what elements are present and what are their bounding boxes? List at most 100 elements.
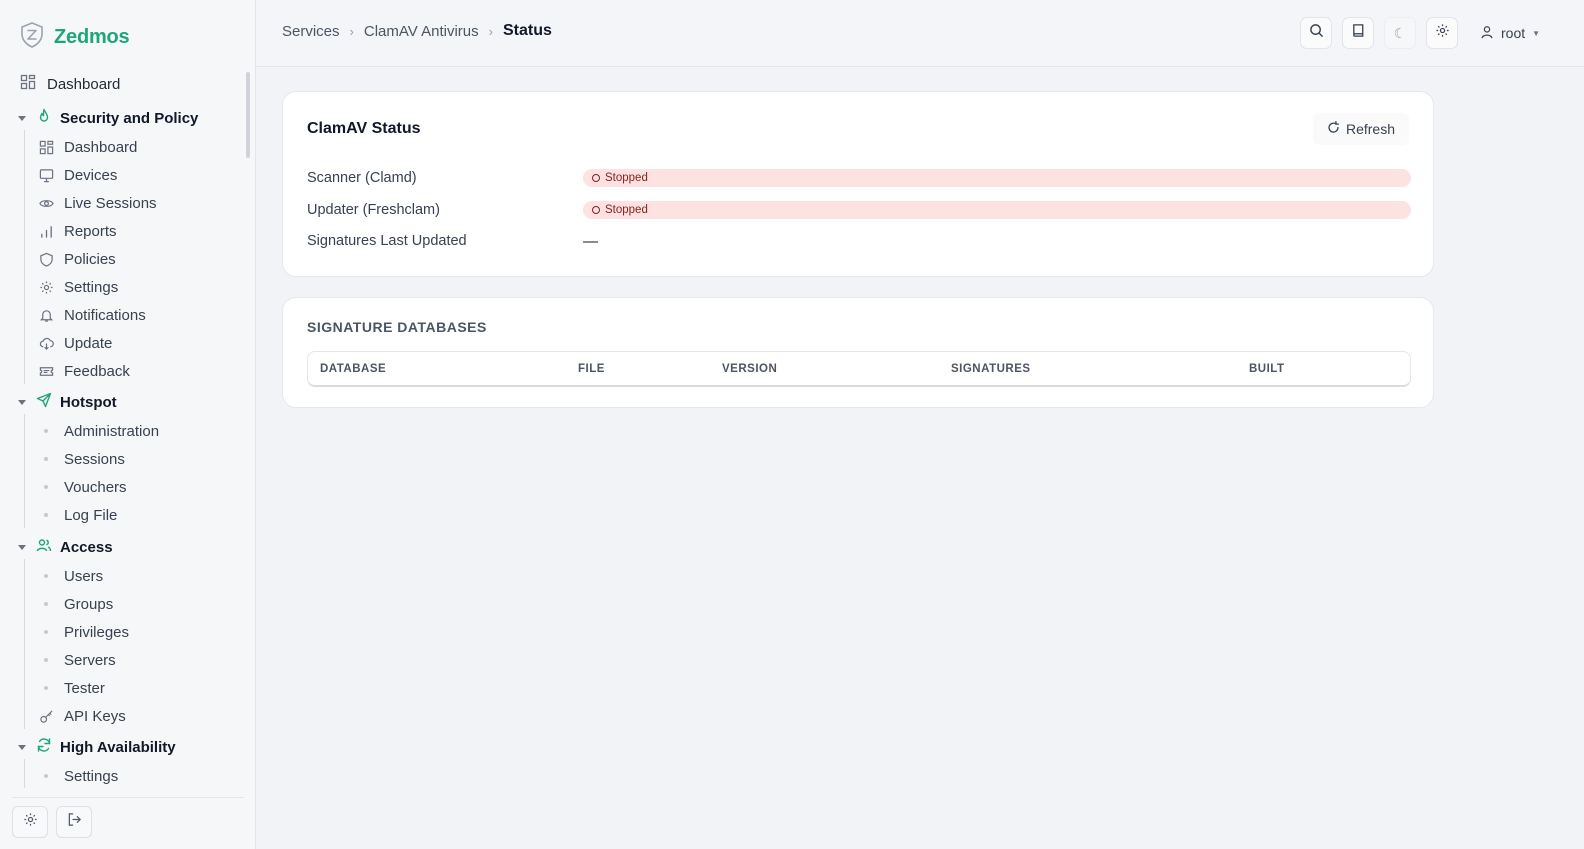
- sidebar-item-label: Dashboard: [47, 75, 121, 93]
- sidebar-item-label: Log File: [64, 506, 118, 524]
- sidebar-item-live-sessions[interactable]: Live Sessions: [38, 193, 157, 213]
- group-divider-line: [24, 130, 25, 384]
- sidebar-item-users[interactable]: Users: [38, 566, 103, 586]
- sidebar-nav: Dashboard Security and Policy Dashboard …: [0, 68, 256, 788]
- group-divider-line: [24, 559, 25, 729]
- column-header-file[interactable]: FILE: [578, 363, 605, 375]
- sidebar-item-label: Reports: [64, 222, 117, 240]
- chevron-down-icon: [18, 744, 26, 750]
- sidebar-item-label: API Keys: [64, 707, 126, 725]
- moon-icon: ☾: [1393, 24, 1407, 41]
- bullet-dot: [44, 485, 48, 489]
- status-badge: Stopped: [583, 169, 1411, 187]
- sidebar-item-feedback[interactable]: Feedback: [38, 361, 130, 381]
- column-header-database[interactable]: DATABASE: [320, 363, 386, 375]
- settings-button[interactable]: [12, 806, 48, 838]
- sidebar-item-label: Devices: [64, 166, 118, 184]
- sidebar-item-devices[interactable]: Devices: [38, 165, 117, 185]
- sidebar-item-dashboard[interactable]: Dashboard: [20, 74, 120, 94]
- sidebar-item-sessions[interactable]: Sessions: [38, 449, 125, 469]
- status-label: Signatures Last Updated: [307, 233, 467, 249]
- column-header-signatures[interactable]: SIGNATURES: [951, 363, 1031, 375]
- sidebar-item-log-file[interactable]: Log File: [38, 505, 117, 525]
- sidebar-group-high-availability[interactable]: High Availability: [18, 736, 176, 758]
- users-icon: [36, 537, 52, 557]
- sidebar-group-label: High Availability: [60, 738, 176, 756]
- sidebar-item-policies[interactable]: Policies: [38, 249, 116, 269]
- sidebar-item-label: Administration: [64, 422, 160, 440]
- topbar-actions: ☾ root ▼: [1300, 17, 1540, 49]
- sidebar-item-tester[interactable]: Tester: [38, 678, 105, 698]
- grid-icon: [20, 74, 36, 94]
- refresh-label: Refresh: [1345, 121, 1395, 137]
- bullet-dot: [44, 602, 48, 606]
- status-text: Stopped: [605, 172, 648, 184]
- sidebar-group-access[interactable]: Access: [18, 536, 113, 558]
- gear-icon: [23, 812, 38, 832]
- signature-databases-table: DATABASE FILE VERSION SIGNATURES BUILT: [307, 351, 1411, 387]
- bell-icon: [38, 307, 54, 323]
- logout-button[interactable]: [56, 806, 92, 838]
- sidebar-group-hotspot[interactable]: Hotspot: [18, 391, 117, 413]
- status-row-signatures: Signatures Last Updated —: [307, 231, 1411, 251]
- docs-button[interactable]: [1342, 17, 1374, 49]
- column-header-version[interactable]: VERSION: [722, 363, 777, 375]
- status-label: Scanner (Clamd): [307, 170, 417, 186]
- sidebar-item-label: Update: [64, 334, 113, 352]
- sidebar-item-label: Users: [64, 567, 104, 585]
- refresh-icon: [1327, 121, 1340, 137]
- sidebar-item-label: Live Sessions: [64, 194, 157, 212]
- sidebar-item-vouchers[interactable]: Vouchers: [38, 477, 127, 497]
- sidebar-item-reports[interactable]: Reports: [38, 221, 117, 241]
- bullet-dot: [44, 513, 48, 517]
- theme-toggle-button[interactable]: ☾: [1384, 17, 1416, 49]
- signature-databases-card: SIGNATURE DATABASES DATABASE FILE VERSIO…: [282, 297, 1434, 408]
- sidebar-item-ha-settings[interactable]: Settings: [38, 766, 118, 786]
- sidebar-item-api-keys[interactable]: API Keys: [38, 706, 126, 726]
- grid-icon: [38, 139, 54, 155]
- sidebar-item-label: Sessions: [64, 450, 125, 468]
- monitor-icon: [38, 167, 54, 183]
- search-icon: [1309, 23, 1324, 43]
- sidebar-group-security-and-policy[interactable]: Security and Policy: [18, 107, 198, 129]
- bullet-dot: [44, 574, 48, 578]
- sidebar-item-groups[interactable]: Groups: [38, 594, 113, 614]
- column-header-built[interactable]: BUILT: [1249, 363, 1285, 375]
- ticket-icon: [38, 363, 54, 379]
- breadcrumb-item-clamav[interactable]: ClamAV Antivirus: [364, 23, 479, 40]
- brand[interactable]: Zedmos: [20, 21, 130, 52]
- refresh-button[interactable]: Refresh: [1312, 113, 1409, 145]
- gear-icon: [1435, 23, 1450, 43]
- sidebar-item-settings[interactable]: Settings: [38, 277, 118, 297]
- bullet-dot: [44, 457, 48, 461]
- page-title: Status: [502, 22, 552, 39]
- sidebar-item-update[interactable]: Update: [38, 333, 112, 353]
- sidebar-item-label: Tester: [64, 679, 105, 697]
- sidebar-item-label: Dashboard: [64, 138, 138, 156]
- sidebar-group-label: Hotspot: [60, 393, 117, 411]
- status-text: Stopped: [605, 204, 648, 216]
- search-button[interactable]: [1300, 17, 1332, 49]
- logout-icon: [67, 812, 82, 832]
- sidebar-item-privileges[interactable]: Privileges: [38, 622, 129, 642]
- clamav-status-card: ClamAV Status Refresh Scanner (Clamd) St…: [282, 91, 1434, 277]
- bullet-dot: [44, 774, 48, 778]
- status-row-scanner: Scanner (Clamd) Stopped: [307, 168, 1411, 188]
- sidebar-item-servers[interactable]: Servers: [38, 650, 116, 670]
- sidebar-item-sp-dashboard[interactable]: Dashboard: [38, 137, 137, 157]
- sidebar-item-label: Settings: [64, 278, 119, 296]
- refresh-icon: [36, 737, 52, 757]
- card-title: ClamAV Status: [307, 120, 421, 137]
- preferences-button[interactable]: [1426, 17, 1458, 49]
- sidebar-item-administration[interactable]: Administration: [38, 421, 159, 441]
- sidebar-item-notifications[interactable]: Notifications: [38, 305, 146, 325]
- bullet-dot: [44, 686, 48, 690]
- sidebar-item-label: Feedback: [64, 362, 130, 380]
- sidebar-item-label: Settings: [64, 767, 119, 785]
- sidebar-item-label: Privileges: [64, 623, 130, 641]
- bullet-dot: [44, 429, 48, 433]
- eye-icon: [38, 195, 54, 211]
- user-menu[interactable]: root ▼: [1480, 25, 1540, 42]
- breadcrumb-item-services[interactable]: Services: [282, 23, 340, 40]
- chevron-down-icon: [18, 544, 26, 550]
